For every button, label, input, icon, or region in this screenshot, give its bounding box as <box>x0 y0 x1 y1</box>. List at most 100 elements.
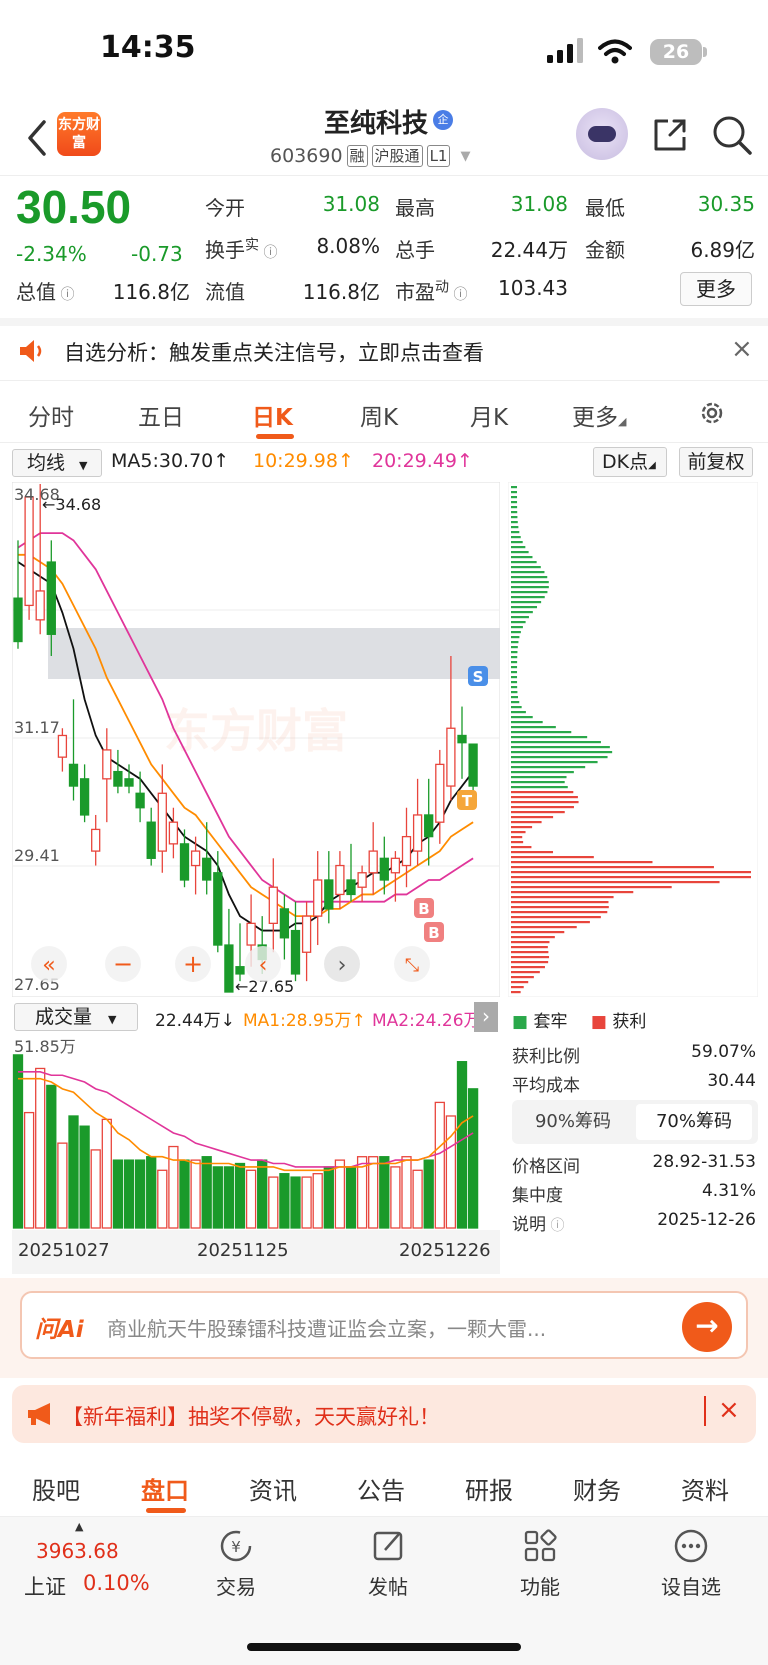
chip-bar <box>511 921 590 924</box>
caret-up-icon: ▲ <box>75 1520 84 1533</box>
index-name[interactable]: 上证 <box>24 1571 66 1601</box>
chip-bar <box>511 731 572 734</box>
megaphone-icon <box>28 1403 50 1425</box>
chip-bar <box>511 691 518 694</box>
index-change[interactable]: 0.10% <box>83 1571 150 1595</box>
candle-body <box>468 743 478 787</box>
chip-bar <box>511 516 518 519</box>
candle-body <box>68 763 79 787</box>
profit-ratio-value: 59.07% <box>691 1042 756 1062</box>
chip-bar <box>511 821 542 824</box>
chip-bar <box>511 566 541 569</box>
kline-chart[interactable]: 东方财富 34.68 31.17 29.41 27.65 ←34.68 ←27.… <box>12 482 500 997</box>
volume-bar <box>223 1166 235 1229</box>
candle-body <box>357 872 367 888</box>
candle-body <box>246 922 256 946</box>
indicator-select[interactable]: 均线 ▼ <box>12 449 102 477</box>
chip-bar <box>511 506 518 509</box>
arrow-right-icon[interactable]: → <box>682 1302 732 1352</box>
note-label[interactable]: 说明 ⓘ <box>512 1210 564 1235</box>
volume-value: 22.44万 <box>490 238 568 262</box>
chip-bar <box>511 831 526 834</box>
chip-bar <box>511 541 523 544</box>
candle-body <box>424 814 434 838</box>
chip-bar <box>511 661 518 664</box>
tab-news[interactable]: 资讯 <box>249 1471 297 1506</box>
header-divider <box>0 175 768 176</box>
settings-gear-icon[interactable] <box>697 398 727 428</box>
nav-trade[interactable]: 交易 <box>186 1571 286 1600</box>
x-tick-label: 20251125 <box>197 1240 289 1261</box>
notice-divider <box>0 380 768 381</box>
volume-bar <box>245 1169 257 1229</box>
ma20-readout: 20:29.49↑ <box>372 450 473 472</box>
tab-research[interactable]: 研报 <box>465 1471 513 1506</box>
tab-five-day[interactable]: 五日 <box>138 398 184 432</box>
volume-bar <box>212 1166 223 1229</box>
chip-bar <box>511 531 520 534</box>
chip-bar <box>511 756 608 759</box>
functions-grid-icon[interactable] <box>522 1528 558 1564</box>
tab-order-book[interactable]: 盘口 <box>141 1471 189 1506</box>
tab-monthly-k[interactable]: 月K <box>470 398 508 432</box>
tab-weekly-k[interactable]: 周K <box>360 398 398 432</box>
tab-70-chips[interactable]: 70%筹码 <box>636 1104 752 1140</box>
more-dots-icon[interactable] <box>673 1528 709 1564</box>
chip-bar <box>511 681 518 684</box>
trade-icon[interactable]: ¥ <box>217 1528 255 1564</box>
volume-bar <box>123 1159 135 1229</box>
tab-forum[interactable]: 股吧 <box>32 1471 80 1506</box>
chip-bar <box>511 896 614 899</box>
concentration-label: 集中度 <box>512 1186 563 1206</box>
vol-ma1-readout: MA1:28.95万↑ <box>243 1011 366 1031</box>
resistance-zone <box>48 628 500 679</box>
candle-body <box>435 763 445 823</box>
close-icon[interactable]: × <box>731 334 753 364</box>
share-icon[interactable] <box>650 115 690 155</box>
stock-code: 603690 <box>270 145 343 167</box>
volume-indicator-select[interactable]: 成交量 ▼ <box>14 1003 138 1031</box>
market-cap-label: 总值 ⓘ <box>16 280 75 304</box>
chip-bar <box>511 696 519 699</box>
volume-bar <box>57 1142 68 1229</box>
chip-bar <box>511 871 751 874</box>
nav-add-watchlist[interactable]: 设自选 <box>641 1571 741 1600</box>
nav-functions[interactable]: 功能 <box>490 1571 590 1600</box>
chip-bar <box>511 581 549 584</box>
volume-bar <box>157 1169 168 1229</box>
volume-bar <box>146 1156 157 1229</box>
svg-text:«: « <box>42 953 55 978</box>
tab-daily-k[interactable]: 日K <box>252 398 293 432</box>
chip-bar <box>511 636 520 639</box>
tab-more[interactable]: 更多◢ <box>572 398 626 432</box>
high-value: 31.08 <box>510 192 568 216</box>
chevron-right-icon[interactable]: › <box>474 1002 498 1032</box>
volume-bar <box>201 1156 212 1229</box>
chip-bar <box>511 801 579 804</box>
candle-body <box>335 864 345 896</box>
nav-post[interactable]: 发帖 <box>338 1571 438 1600</box>
candle-body <box>124 778 134 787</box>
chip-bar <box>511 716 533 719</box>
more-button[interactable]: 更多 <box>680 272 752 306</box>
price-adjust-button[interactable]: 前复权 <box>679 447 753 477</box>
tab-announcements[interactable]: 公告 <box>357 1471 405 1506</box>
tag-level: L1 <box>426 145 451 167</box>
post-edit-icon[interactable] <box>371 1528 407 1564</box>
index-value[interactable]: 3963.68 <box>36 1539 119 1563</box>
float-cap-label: 流值 <box>205 280 245 304</box>
close-icon[interactable]: × <box>718 1395 740 1425</box>
volume-chart[interactable]: 51.85万 20251027 20251125 20251226 <box>12 1034 500 1274</box>
tab-profile[interactable]: 资料 <box>681 1471 729 1506</box>
chip-bar <box>511 866 714 869</box>
chip-bar <box>511 651 518 654</box>
chip-bar <box>511 701 520 704</box>
tab-financials[interactable]: 财务 <box>573 1471 621 1506</box>
tab-intraday[interactable]: 分时 <box>28 398 74 432</box>
dk-point-button[interactable]: DK点◢ <box>593 447 667 477</box>
chip-bar <box>511 586 549 589</box>
search-icon[interactable] <box>710 113 754 157</box>
stock-subtitle[interactable]: 603690 融 沪股通 L1 ▼ <box>270 145 470 167</box>
tab-90-chips[interactable]: 90%筹码 <box>518 1104 628 1140</box>
notice-text[interactable]: 自选分析：触发重点关注信号，立即点击查看 <box>64 337 484 367</box>
